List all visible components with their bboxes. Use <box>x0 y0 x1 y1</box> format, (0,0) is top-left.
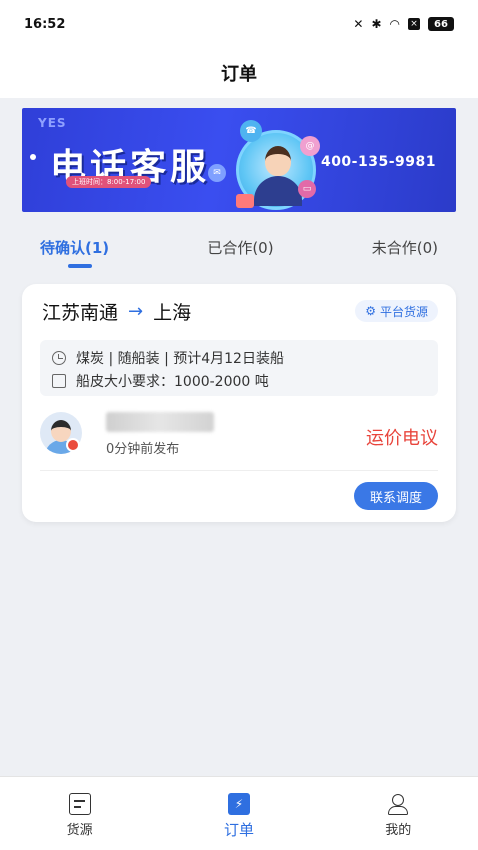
banner-phone: 400-135-9981 <box>320 154 436 170</box>
order-card[interactable]: 江苏南通 → 上海 ⚙ 平台货源 煤炭 | 随船装 | 预计4月12日装船 船皮… <box>22 284 456 522</box>
bluetooth-icon: ✱ <box>371 17 382 31</box>
banner-hours: 上班时间：8:00-17:00 <box>66 176 152 188</box>
ship-size-line: 船皮大小要求：1000-2000 吨 <box>52 369 438 392</box>
tab-indicator <box>68 264 92 268</box>
nav-label-orders: 订单 <box>223 821 254 839</box>
status-bar: 16:52 ✕ ✱ ◠ × 66 <box>0 0 478 48</box>
nav-item-orders[interactable]: ⚡ 订单 <box>194 793 284 840</box>
route-origin: 江苏南通 <box>42 302 119 324</box>
route-destination: 上海 <box>153 302 192 324</box>
ship-icon <box>52 373 66 388</box>
mute-icon: ✕ <box>353 17 364 31</box>
cargo-info-line: 煤炭 | 随船装 | 预计4月12日装船 <box>52 346 438 369</box>
wifi-icon: ◠ <box>389 17 400 31</box>
order-info-box: 煤炭 | 随船装 | 预计4月12日装船 船皮大小要求：1000-2000 吨 <box>40 340 438 396</box>
tab-cooperated[interactable]: 已合作(0) <box>207 237 273 258</box>
mail-bubble-icon: ✉ <box>208 164 226 182</box>
nav-label-profile: 我的 <box>385 823 412 838</box>
route: 江苏南通 → 上海 <box>42 298 191 325</box>
ship-size-text: 船皮大小要求：1000-2000 吨 <box>76 373 269 390</box>
banner-dot <box>30 154 36 160</box>
cargo-info-text: 煤炭 | 随船装 | 预计4月12日装船 <box>76 350 284 367</box>
header: 订单 <box>0 48 478 98</box>
nav-label-goods: 货源 <box>66 823 93 838</box>
contact-dispatcher-button[interactable]: 联系调度 <box>353 482 438 510</box>
nav-item-goods[interactable]: 货源 <box>35 793 125 838</box>
at-bubble-icon: @ <box>300 136 320 156</box>
battery-icon: 66 <box>428 17 454 31</box>
price-negotiable: 运价电议 <box>366 428 438 449</box>
clock-icon <box>52 350 66 365</box>
tab-pending[interactable]: 待确认(1) <box>40 237 109 258</box>
publish-time: 0分钟前发布 <box>106 442 180 457</box>
platform-source-label: 平台货源 <box>379 304 428 319</box>
order-icon: ⚡ <box>227 793 250 815</box>
profile-icon <box>387 793 409 815</box>
sim-icon: × <box>408 18 420 30</box>
gear-icon: ⚙ <box>365 304 376 318</box>
status-icons: ✕ ✱ ◠ × 66 <box>353 17 454 31</box>
publisher-name-blurred <box>106 412 214 432</box>
route-arrow-icon: → <box>128 301 144 322</box>
monitor-bubble-icon <box>236 194 254 208</box>
banner-brand: YES <box>38 116 67 130</box>
tab-not-cooperated[interactable]: 未合作(0) <box>372 237 438 258</box>
chat-bubble-icon: ▭ <box>298 180 316 198</box>
status-time: 16:52 <box>24 16 66 32</box>
nav-item-profile[interactable]: 我的 <box>353 793 443 838</box>
page-title: 订单 <box>221 64 257 85</box>
phone-bubble-icon: ☎ <box>240 120 262 142</box>
platform-source-badge: ⚙ 平台货源 <box>355 300 438 322</box>
goods-icon <box>68 793 91 815</box>
verified-badge-icon <box>66 438 80 452</box>
divider <box>40 470 438 471</box>
customer-service-banner[interactable]: YES 电话客服 上班时间：8:00-17:00 ☎ ✉ @ ▭ 400-135… <box>22 108 456 212</box>
bottom-nav: 货源 ⚡ 订单 我的 <box>0 776 478 850</box>
agent-head <box>265 146 291 176</box>
